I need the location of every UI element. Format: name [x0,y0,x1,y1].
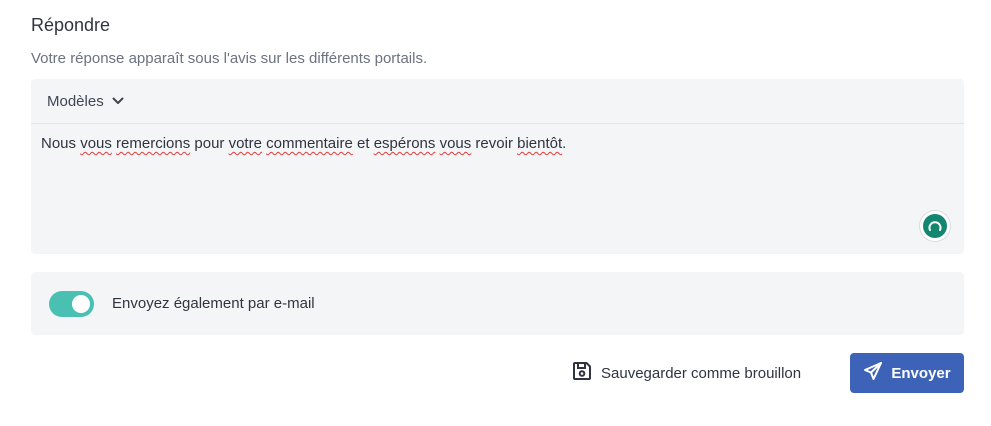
save-draft-button[interactable]: Sauvegarder comme brouillon [571,353,801,393]
editor-text-segment: pour [190,135,229,152]
editor-text-segment: revoir [471,135,518,152]
templates-dropdown[interactable]: Modèles [47,93,124,110]
misspelled-word: commentaire [266,135,353,152]
misspelled-word: vous [439,135,472,152]
grammar-check-icon[interactable] [920,211,950,241]
reply-section: Répondre Votre réponse apparaît sous l'a… [0,0,991,426]
misspelled-word: bientôt [517,135,563,152]
reply-editor[interactable]: Modèles Nous vous remercions pour votre … [31,79,964,254]
section-subtitle: Votre réponse apparaît sous l'avis sur l… [31,50,428,67]
reply-textarea[interactable]: Nous vous remercions pour votre commenta… [41,135,566,152]
misspelled-word: vous [80,135,112,152]
send-label: Envoyer [891,364,951,382]
save-icon [571,360,593,386]
email-toggle[interactable] [49,290,94,317]
misspelled-word: espérons [373,135,436,152]
misspelled-word: remercions [116,135,191,152]
templates-label: Modèles [47,92,104,110]
editor-text-segment: Nous [41,135,81,152]
section-title: Répondre [31,15,111,35]
save-draft-label: Sauvegarder comme brouillon [601,364,802,382]
toggle-knob [72,294,90,313]
email-option-panel: Envoyez également par e-mail [31,272,964,335]
email-toggle-label: Envoyez également par e-mail [112,295,315,312]
editor-toolbar: Modèles [31,79,964,124]
send-button[interactable]: Envoyer [850,353,964,393]
editor-text-segment: . [562,135,567,152]
editor-text-segment: et [352,135,374,152]
chevron-down-icon [112,97,124,105]
paper-plane-icon [863,361,883,385]
misspelled-word: votre [228,135,262,152]
